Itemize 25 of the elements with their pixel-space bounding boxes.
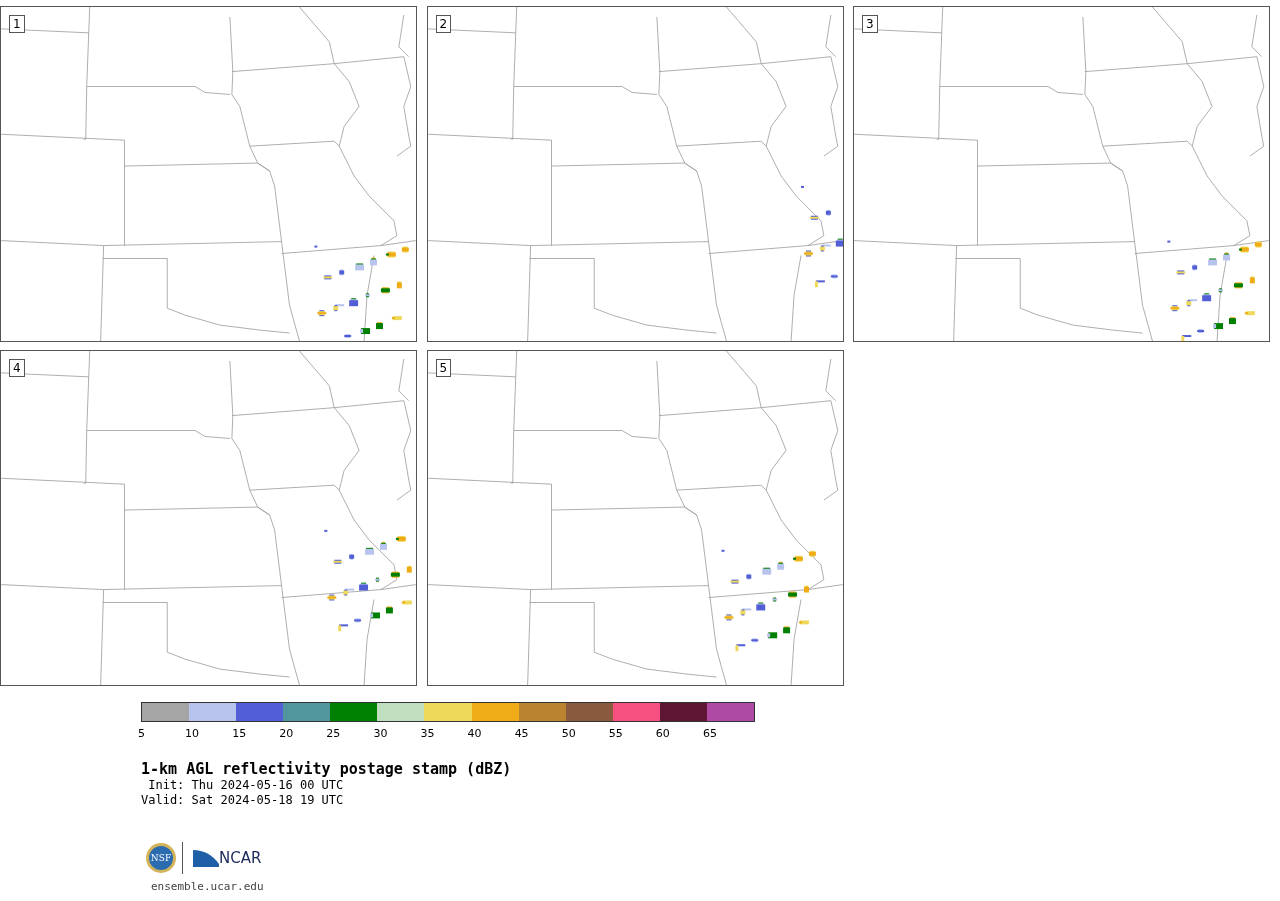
valid-time: Valid: Sat 2024-05-18 19 UTC <box>141 793 345 808</box>
init-time: Init: Thu 2024-05-16 00 UTC <box>147 778 345 793</box>
panel-number: 5 <box>435 359 452 377</box>
tick-label: 65 <box>702 727 717 740</box>
tick-label: 50 <box>561 727 576 740</box>
tick-label: 45 <box>514 727 529 740</box>
nsf-logo: NSF <box>146 843 176 873</box>
swoosh-icon <box>193 848 219 868</box>
chart-title: 1-km AGL reflectivity postage stamp (dBZ) <box>141 760 513 778</box>
tick-label: 10 <box>185 727 200 740</box>
tick-label: 25 <box>326 727 341 740</box>
tick-label: 20 <box>279 727 294 740</box>
tick-label: 35 <box>420 727 435 740</box>
tick-label: 15 <box>232 727 247 740</box>
ncar-logo: NCAR <box>219 849 262 867</box>
tick-label: 55 <box>608 727 623 740</box>
panel-number: 2 <box>435 15 452 33</box>
panel-number: 4 <box>9 359 25 377</box>
tick-label: 60 <box>655 727 670 740</box>
website-url: ensemble.ucar.edu <box>151 880 265 893</box>
tick-label: 40 <box>467 727 482 740</box>
tick-label: 30 <box>373 727 388 740</box>
panel-number: 1 <box>9 15 25 33</box>
panel-number: 3 <box>862 15 878 33</box>
tick-label: 5 <box>138 727 145 740</box>
